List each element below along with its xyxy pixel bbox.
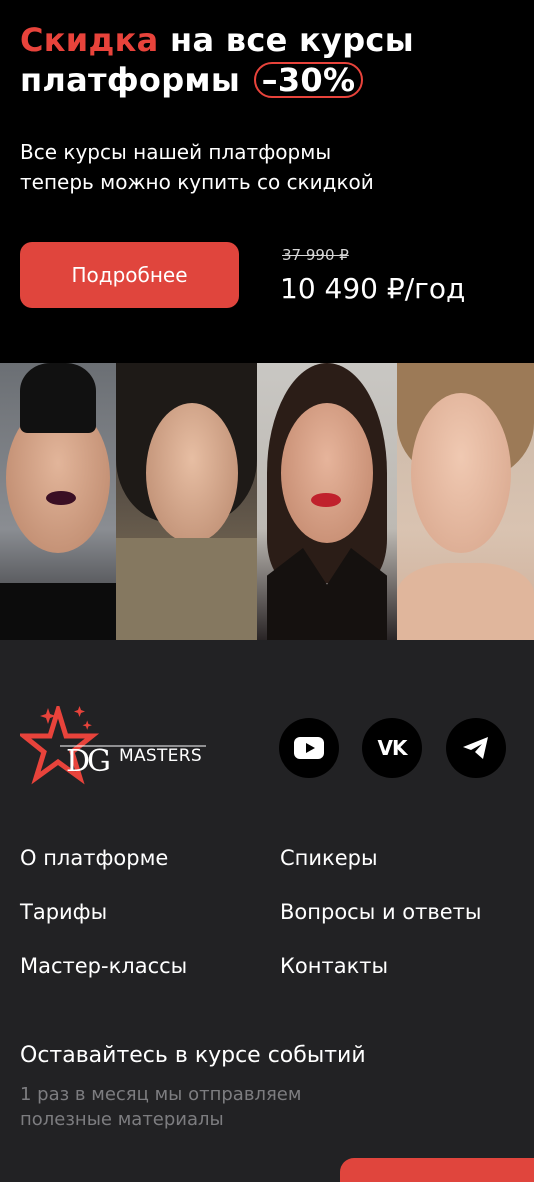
discount-badge: –30% [253,62,364,98]
subscribe-subtitle: 1 раз в месяц мы отправляем полезные мат… [20,1084,302,1130]
vk-button[interactable]: VK [362,718,422,778]
speaker-photo-1 [0,363,116,640]
footer-link-contacts[interactable]: Контакты [280,954,388,978]
subscribe-button[interactable] [340,1158,534,1182]
promo-title-accent: Скидка [20,21,159,59]
promo-banner: Скидка на все курсы платформы –30% Все к… [0,0,534,363]
footer-link-faq[interactable]: Вопросы и ответы [280,900,481,924]
footer-link-about[interactable]: О платформе [20,846,168,870]
speakers-photo-strip [0,363,534,640]
speaker-photo-2 [116,363,257,640]
speaker-photo-4 [397,363,534,640]
logo-letters: DG [66,744,111,779]
promo-subtitle: Все курсы нашей платформы теперь можно к… [20,140,374,194]
footer-link-speakers[interactable]: Спикеры [280,846,378,870]
footer-link-masterclasses[interactable]: Мастер-классы [20,954,187,978]
logo-text: MASTERS [119,746,202,766]
youtube-button[interactable] [279,718,339,778]
email-input[interactable] [20,1172,80,1182]
old-price: 37 990 ₽ [282,246,349,264]
new-price: 10 490 ₽/год [280,272,466,305]
speaker-photo-3 [257,363,397,640]
footer-link-pricing[interactable]: Тарифы [20,900,107,924]
subscribe-title: Оставайтесь в курсе событий [20,1043,366,1068]
promo-title: Скидка на все курсы платформы –30% [20,20,520,100]
telegram-icon [463,737,488,759]
telegram-button[interactable] [446,718,506,778]
more-details-button[interactable]: Подробнее [20,242,239,308]
vk-icon: VK [377,736,408,760]
youtube-icon [294,737,324,759]
